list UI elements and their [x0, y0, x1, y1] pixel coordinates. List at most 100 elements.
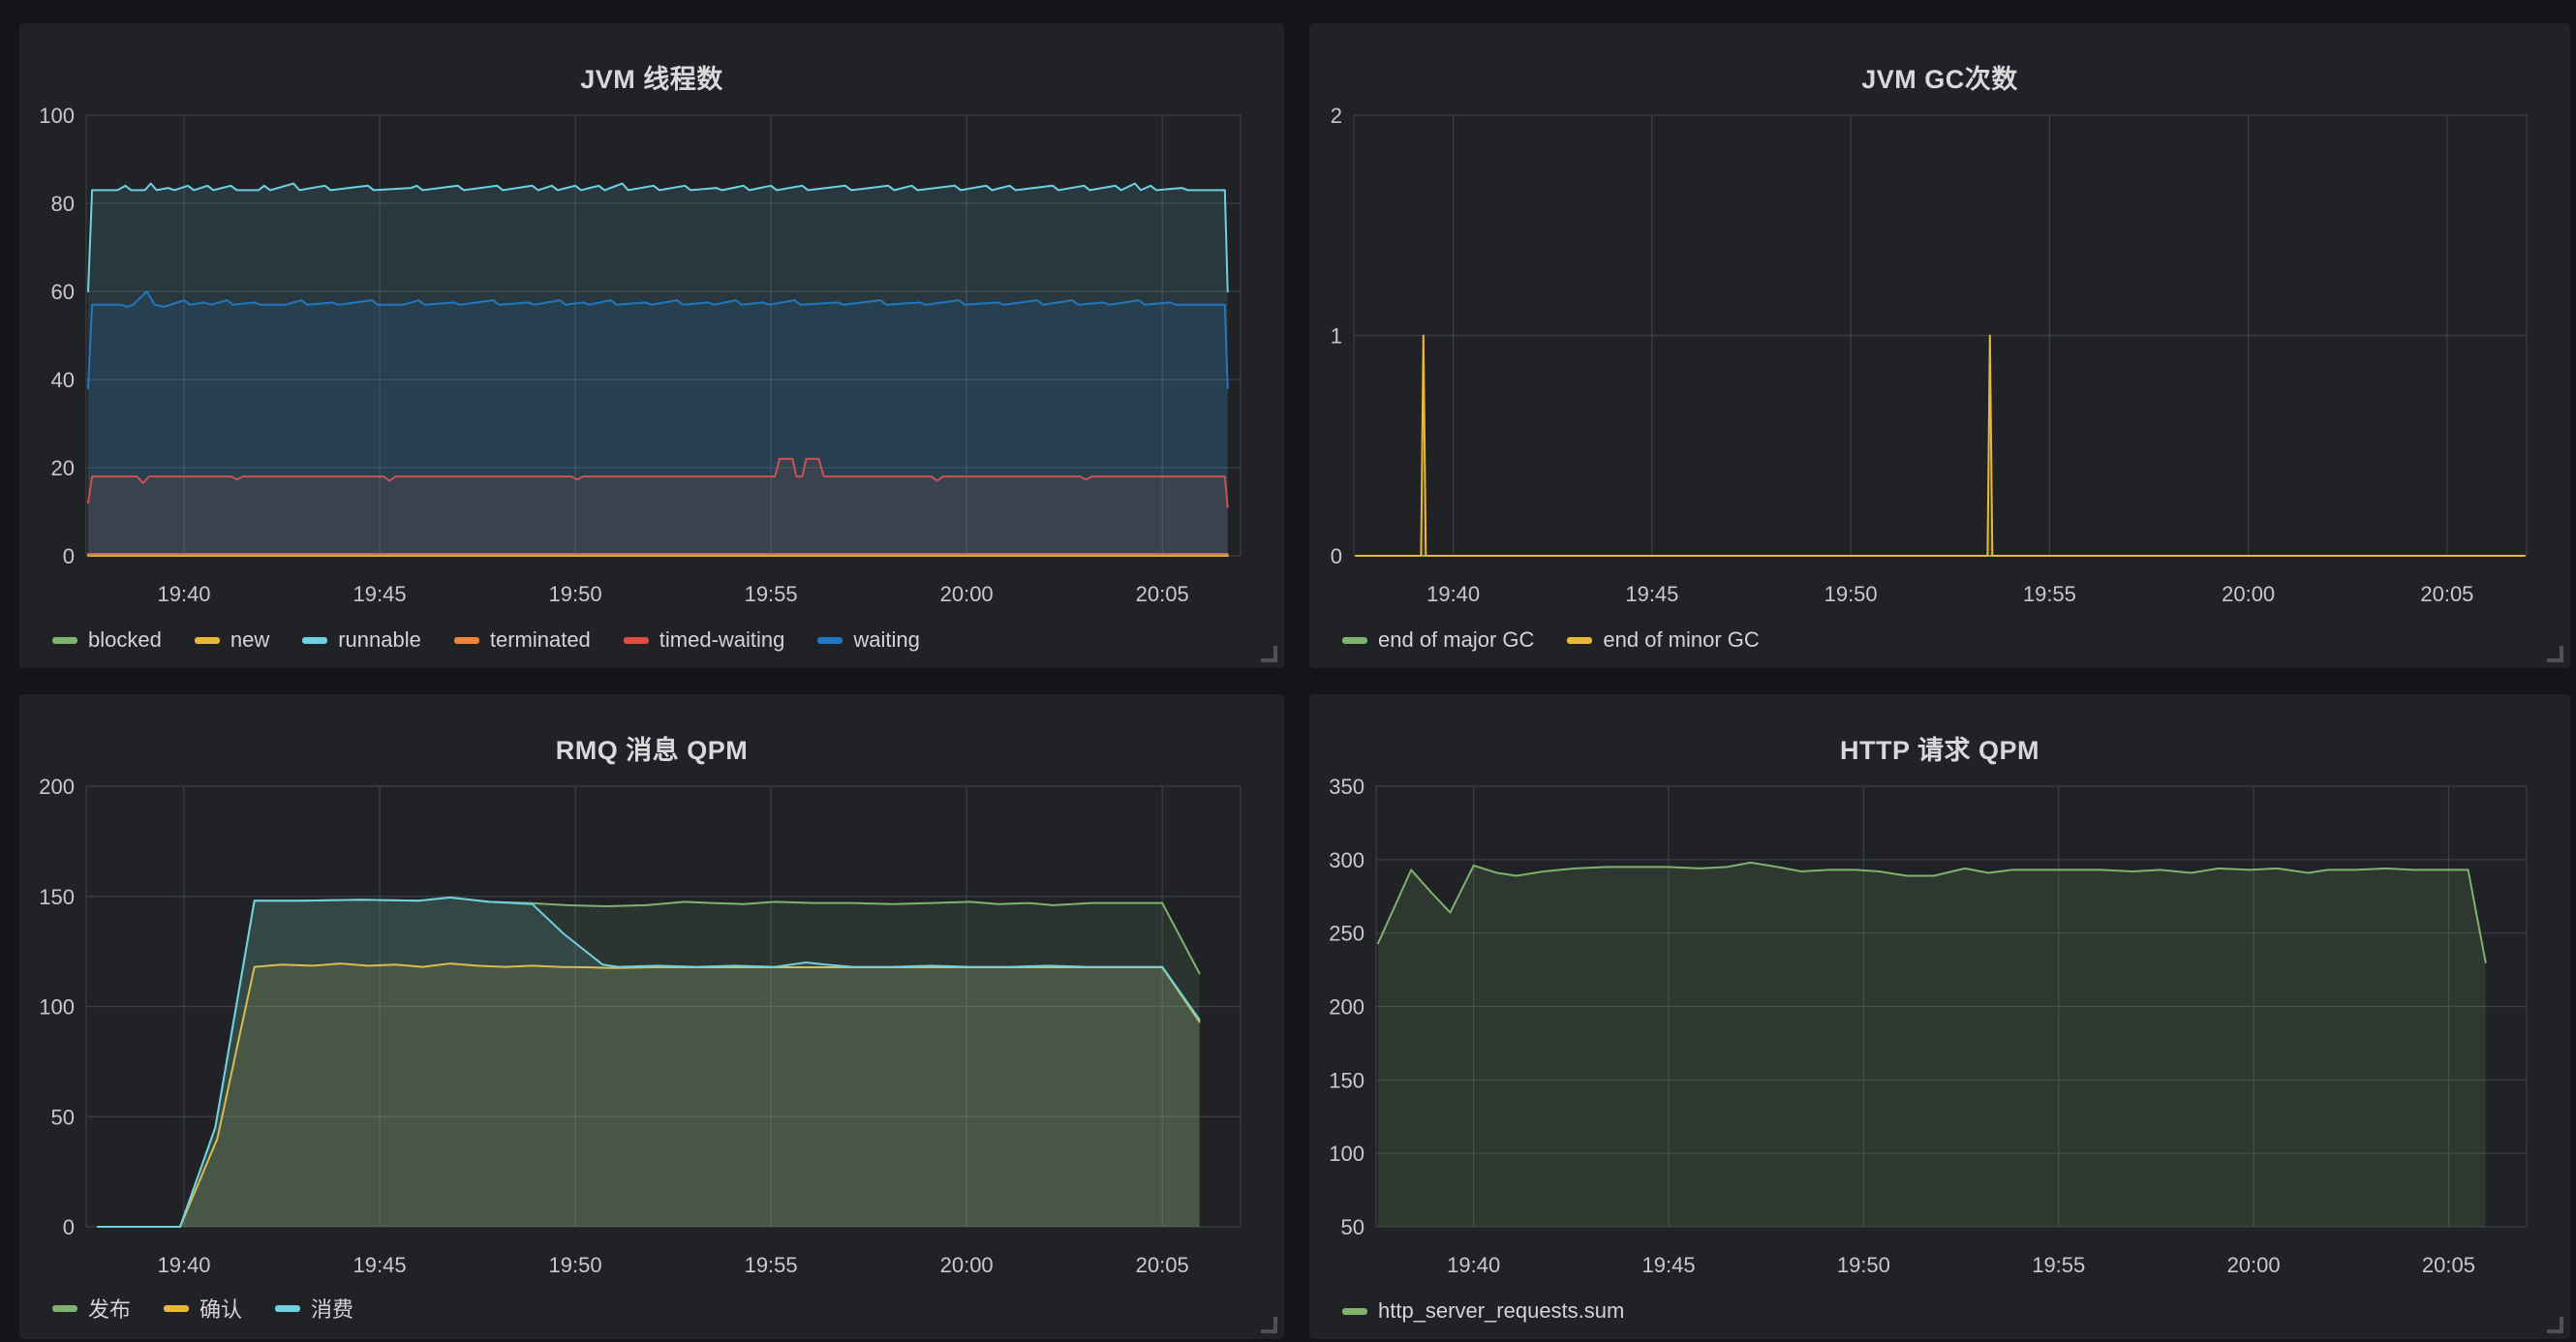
x-axis-tick-label: 19:50 — [1825, 582, 1878, 606]
legend-label: end of major GC — [1378, 627, 1534, 653]
chart-legend: http_server_requests.sum — [1342, 1298, 1624, 1324]
chart-canvas[interactable]: 0 50 100 150 200 19:40 19:45 19:50 19:55 20:00 20:… — [19, 694, 1284, 1339]
x-axis-tick-label: 20:00 — [940, 1253, 994, 1277]
y-axis-tick-label: 40 — [51, 368, 75, 392]
legend-item[interactable]: terminated — [454, 627, 591, 653]
legend-color-dash-icon — [1567, 637, 1592, 644]
series-area — [1356, 336, 2525, 557]
x-axis-tick-label: 19:40 — [157, 582, 210, 606]
chart-plot[interactable]: 0 1 2 19:40 19:45 19:50 19:55 20:00 20:05 — [1309, 23, 2570, 668]
legend-color-dash-icon — [275, 1305, 300, 1312]
y-axis-tick-label: 200 — [39, 775, 75, 799]
legend-label: timed-waiting — [659, 627, 785, 653]
legend-color-dash-icon — [1342, 1308, 1367, 1315]
legend-color-dash-icon — [52, 637, 77, 644]
y-axis-tick-label: 50 — [1341, 1215, 1365, 1239]
legend-item[interactable]: end of major GC — [1342, 627, 1534, 653]
legend-color-dash-icon — [195, 637, 220, 644]
panel-http-request-qpm: HTTP 请求 QPM 5010015020025030035019:4019:… — [1309, 694, 2570, 1339]
y-axis-tick-label: 100 — [39, 995, 75, 1020]
x-axis-tick-label: 19:55 — [745, 1253, 798, 1277]
legend-color-dash-icon — [52, 1305, 77, 1312]
x-axis-tick-label: 19:55 — [745, 582, 798, 606]
y-axis-tick-label: 100 — [39, 104, 75, 128]
x-axis-tick-label: 20:05 — [1136, 1253, 1189, 1277]
panel-resize-handle-icon[interactable] — [1261, 1317, 1277, 1333]
x-axis-tick-label: 19:50 — [549, 582, 602, 606]
series-area — [88, 291, 1228, 556]
y-axis-tick-label: 1 — [1331, 324, 1342, 349]
y-axis-tick-label: 150 — [1329, 1068, 1365, 1092]
y-axis-tick-label: 2 — [1331, 104, 1342, 128]
x-axis-tick-label: 19:50 — [1837, 1253, 1890, 1277]
legend-item[interactable]: waiting — [817, 627, 919, 653]
legend-label: end of minor GC — [1603, 627, 1759, 653]
x-axis-tick-label: 20:00 — [2227, 1253, 2281, 1277]
legend-color-dash-icon — [454, 637, 479, 644]
legend-color-dash-icon — [817, 637, 843, 644]
x-axis-tick-label: 19:55 — [2023, 582, 2076, 606]
chart-plot[interactable]: 5010015020025030035019:4019:4519:5019:55… — [1309, 694, 2570, 1339]
x-axis-tick-label: 19:45 — [353, 582, 407, 606]
x-axis-tick-label: 20:05 — [2420, 582, 2473, 606]
legend-color-dash-icon — [1342, 637, 1367, 644]
y-axis-tick-label: 0 — [63, 1215, 75, 1239]
legend-label: terminated — [490, 627, 591, 653]
y-axis-tick-label: 200 — [1329, 995, 1365, 1020]
legend-item[interactable]: new — [195, 627, 269, 653]
y-axis-tick-label: 20 — [51, 456, 75, 480]
chart-legend: end of major GC end of minor GC — [1342, 627, 1760, 653]
legend-item[interactable]: 确认 — [164, 1293, 242, 1324]
legend-label: new — [230, 627, 269, 653]
legend-label: 发布 — [88, 1293, 131, 1324]
panel-resize-handle-icon[interactable] — [2547, 1317, 2563, 1333]
y-axis-tick-label: 100 — [1329, 1142, 1365, 1166]
panel-jvm-gc-count: JVM GC次数 01219:4019:4519:5019:5520:0020:… — [1309, 23, 2570, 668]
x-axis-tick-label: 19:40 — [1447, 1253, 1500, 1277]
legend-item[interactable]: 消费 — [275, 1293, 353, 1324]
x-axis-tick-label: 19:55 — [2032, 1253, 2085, 1277]
panel-resize-handle-icon[interactable] — [2547, 646, 2563, 662]
chart-canvas[interactable]: 02040608010019:4019:4519:5019:5520:0020:… — [19, 23, 1284, 668]
y-axis-tick-label: 350 — [1329, 775, 1365, 799]
legend-label: blocked — [88, 627, 162, 653]
x-axis-tick-label: 20:05 — [1136, 582, 1189, 606]
x-axis-tick-label: 19:40 — [157, 1253, 210, 1277]
x-axis-tick-label: 20:05 — [2422, 1253, 2475, 1277]
series-area — [1378, 863, 2486, 1227]
x-axis-tick-label: 20:00 — [940, 582, 994, 606]
panel-jvm-thread-count: JVM 线程数 02040608010019:4019:4519:5019:55… — [19, 23, 1284, 668]
chart-canvas[interactable]: 0 1 2 19:40 19:45 19:50 19:55 20:00 20:05 — [1309, 23, 2570, 668]
legend-item[interactable]: blocked — [52, 627, 162, 653]
x-axis-tick-label: 19:45 — [1625, 582, 1678, 606]
chart-plot[interactable]: 02040608010019:4019:4519:5019:5520:0020:… — [19, 23, 1284, 668]
y-axis-tick-label: 0 — [1331, 544, 1342, 568]
y-axis-tick-label: 150 — [39, 885, 75, 909]
legend-item[interactable]: 发布 — [52, 1293, 131, 1324]
legend-label: 确认 — [199, 1293, 242, 1324]
chart-canvas[interactable]: 5010015020025030035019:4019:4519:5019:55… — [1309, 694, 2570, 1339]
panel-resize-handle-icon[interactable] — [1261, 646, 1277, 662]
legend-color-dash-icon — [624, 637, 649, 644]
x-axis-tick-label: 19:50 — [549, 1253, 602, 1277]
legend-label: runnable — [338, 627, 421, 653]
chart-legend: 发布 确认 消费 — [52, 1293, 353, 1324]
panel-rmq-message-qpm: RMQ 消息 QPM 05010015020019:4019:4519:5019… — [19, 694, 1284, 1339]
legend-label: http_server_requests.sum — [1378, 1298, 1624, 1324]
x-axis-tick-label: 19:45 — [353, 1253, 407, 1277]
chart-plot[interactable]: 0 50 100 150 200 19:40 19:45 19:50 19:55 20:00 20:… — [19, 694, 1284, 1339]
legend-item[interactable]: http_server_requests.sum — [1342, 1298, 1624, 1324]
legend-item[interactable]: runnable — [302, 627, 421, 653]
y-axis-tick-label: 50 — [51, 1105, 75, 1129]
legend-label: 消费 — [311, 1293, 353, 1324]
x-axis-tick-label: 19:45 — [1642, 1253, 1696, 1277]
series-line — [1356, 336, 2525, 557]
x-axis-tick-label: 20:00 — [2222, 582, 2275, 606]
y-axis-tick-label: 0 — [63, 544, 75, 568]
y-axis-tick-label: 80 — [51, 192, 75, 216]
x-axis-tick-label: 19:40 — [1426, 582, 1480, 606]
legend-label: waiting — [853, 627, 919, 653]
legend-item[interactable]: timed-waiting — [624, 627, 785, 653]
legend-item[interactable]: end of minor GC — [1567, 627, 1759, 653]
chart-legend: blocked new runnable terminated timed-waitin… — [52, 627, 920, 653]
